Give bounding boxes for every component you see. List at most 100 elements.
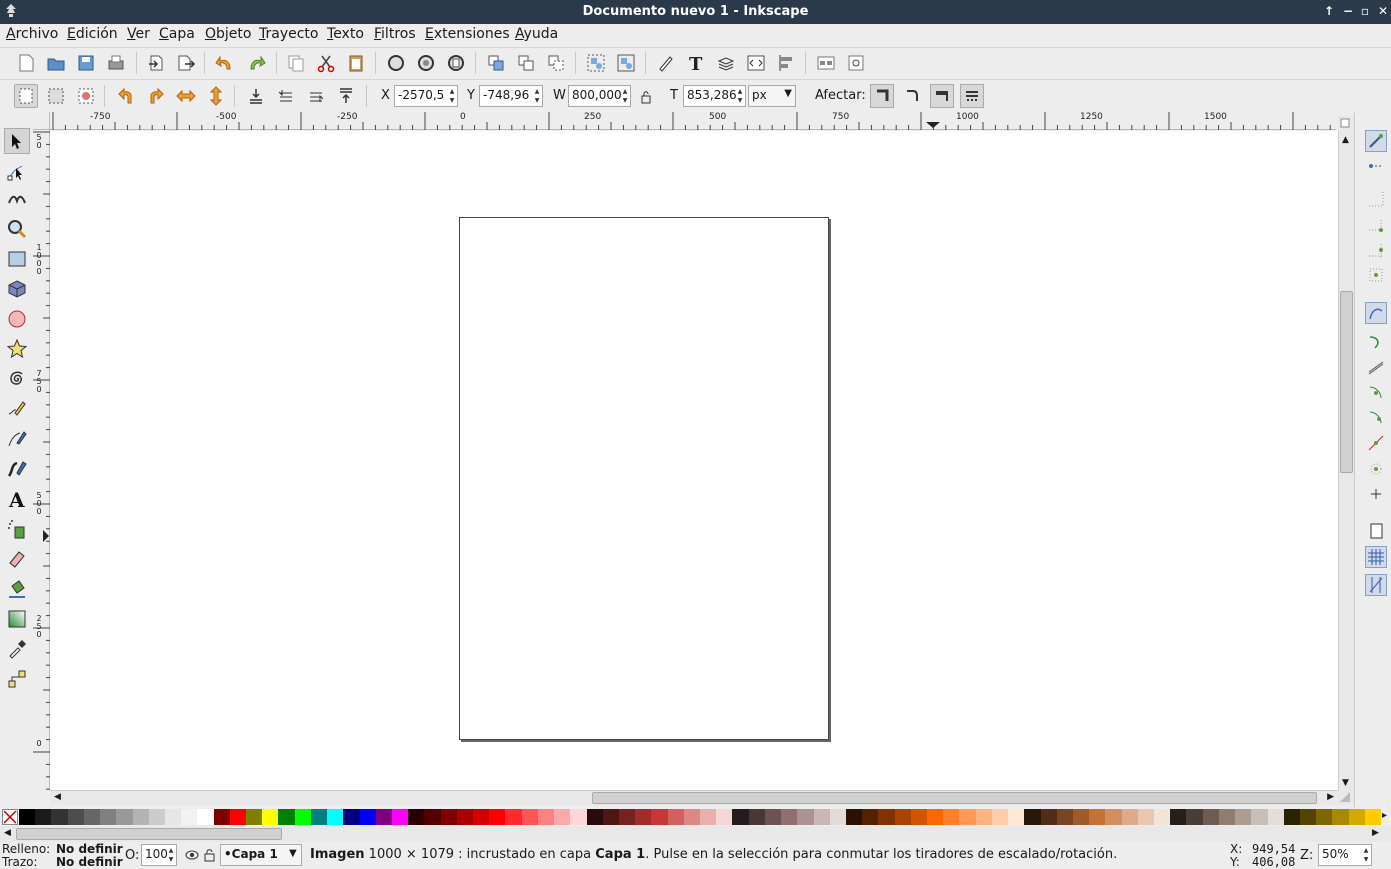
move-gradients-icon[interactable] [930, 84, 954, 108]
star-tool-icon[interactable] [4, 336, 30, 362]
3d-box-tool-icon[interactable] [4, 276, 30, 302]
lock-proportions-icon[interactable] [636, 85, 656, 109]
color-swatch[interactable] [67, 809, 85, 825]
menu-edicion[interactable]: Edición [67, 26, 118, 42]
opacity-field[interactable]: 100 ▲ ▼ [141, 844, 177, 866]
zoom-drawing-icon[interactable] [414, 51, 438, 75]
color-swatch[interactable] [375, 809, 393, 825]
keep-above-icon[interactable]: ↑ [1321, 3, 1337, 19]
color-swatch[interactable] [1024, 809, 1041, 825]
snap-page-border-icon[interactable] [1365, 520, 1387, 542]
color-swatch[interactable] [1267, 809, 1285, 825]
deselect-icon[interactable] [74, 84, 98, 108]
snap-guides-icon[interactable] [1365, 574, 1387, 596]
horizontal-scrollbar[interactable]: ◀ ▶ [50, 790, 1338, 805]
align-distribute-icon[interactable] [774, 51, 798, 75]
pen-tool-icon[interactable] [4, 426, 30, 452]
color-swatch[interactable] [927, 809, 944, 825]
pencil-tool-icon[interactable] [4, 396, 30, 422]
color-swatch[interactable] [991, 809, 1009, 825]
w-field[interactable]: 800,000 ▲ ▼ [568, 85, 631, 107]
snap-bbox-edge-icon[interactable] [1365, 188, 1387, 210]
minimize-button[interactable]: − [1340, 3, 1356, 19]
color-swatch[interactable] [716, 809, 733, 825]
snap-nodes-icon[interactable] [1365, 302, 1387, 324]
color-swatch[interactable] [1186, 809, 1204, 825]
color-swatch[interactable] [424, 809, 442, 825]
gradient-tool-icon[interactable] [4, 606, 30, 632]
color-swatch[interactable] [473, 809, 490, 825]
color-swatch[interactable] [1316, 809, 1333, 825]
redo-icon[interactable] [244, 51, 268, 75]
close-button[interactable]: ✕ [1375, 3, 1391, 19]
select-all-layers-icon[interactable] [44, 84, 68, 108]
import-icon[interactable] [144, 51, 168, 75]
snap-bbox-icon[interactable] [1365, 160, 1387, 182]
color-manage-icon[interactable] [1338, 790, 1354, 805]
node-tool-icon[interactable] [4, 158, 30, 184]
scroll-down-icon[interactable]: ▼ [1342, 778, 1349, 788]
ellipse-tool-icon[interactable] [4, 306, 30, 332]
menu-archivo[interactable]: Archivo [6, 26, 58, 42]
color-swatch[interactable] [164, 809, 182, 825]
undo-icon[interactable] [213, 51, 237, 75]
palette-scrollbar[interactable]: ◀ ▶ [0, 826, 1391, 842]
color-swatch[interactable] [1072, 809, 1090, 825]
zoom-tool-icon[interactable] [4, 216, 30, 242]
snap-toggle-icon[interactable] [1365, 130, 1387, 152]
color-swatch[interactable] [1105, 809, 1123, 825]
color-swatch[interactable] [748, 809, 766, 825]
color-swatch[interactable] [1348, 809, 1366, 825]
ungroup-icon[interactable] [614, 51, 638, 75]
scroll-left-icon[interactable]: ◀ [54, 792, 61, 802]
color-swatch[interactable] [862, 809, 879, 825]
selector-tool-icon[interactable] [4, 128, 30, 154]
copy-icon[interactable] [284, 51, 308, 75]
color-swatch[interactable] [700, 809, 717, 825]
vertical-scrollbar[interactable]: ▲ ▼ [1338, 131, 1354, 790]
color-swatch[interactable] [246, 809, 263, 825]
snap-intersection-icon[interactable] [1365, 356, 1387, 378]
x-field[interactable]: -2570,5 ▲ ▼ [394, 85, 458, 107]
color-swatch[interactable] [116, 809, 133, 825]
lower-icon[interactable] [274, 84, 298, 108]
color-swatch[interactable] [537, 809, 555, 825]
layers-icon[interactable] [714, 51, 738, 75]
color-swatch[interactable] [845, 809, 863, 825]
snap-bbox-midpoint-icon[interactable] [1365, 240, 1387, 262]
menu-ver[interactable]: Ver [127, 26, 150, 42]
color-swatch[interactable] [1089, 809, 1106, 825]
color-swatch[interactable] [959, 809, 977, 825]
menu-objeto[interactable]: Objeto [205, 26, 251, 42]
color-swatch[interactable] [1121, 809, 1139, 825]
palette-scroll-thumb[interactable] [16, 828, 282, 840]
color-swatch[interactable] [1137, 809, 1155, 825]
move-patterns-icon[interactable] [960, 84, 984, 108]
snap-centers-icon[interactable] [1365, 456, 1387, 478]
color-swatch[interactable] [294, 809, 312, 825]
color-swatch[interactable] [1364, 809, 1382, 825]
cut-icon[interactable] [314, 51, 338, 75]
preferences-icon[interactable] [814, 51, 838, 75]
color-swatch[interactable] [732, 809, 750, 825]
color-swatch[interactable] [359, 809, 377, 825]
snap-bbox-corner-icon[interactable] [1365, 216, 1387, 238]
group-icon[interactable] [584, 51, 608, 75]
stroke-value[interactable]: No definir [56, 855, 123, 869]
color-swatch[interactable] [894, 809, 912, 825]
scale-stroke-icon[interactable] [870, 84, 894, 108]
color-swatch[interactable] [829, 809, 847, 825]
color-swatch[interactable] [910, 809, 928, 825]
palette-scroll-right-icon[interactable]: ▶ [1372, 828, 1379, 838]
menu-extensiones[interactable]: Extensiones [425, 26, 510, 42]
palette-menu-icon[interactable]: ▸ [1382, 810, 1387, 821]
zoom-page-icon[interactable] [444, 51, 468, 75]
text-font-icon[interactable]: T [684, 51, 708, 75]
raise-icon[interactable] [304, 84, 328, 108]
maximize-button[interactable]: ▫ [1357, 3, 1373, 19]
color-swatch[interactable] [408, 809, 425, 825]
vertical-scroll-thumb[interactable] [1340, 291, 1353, 473]
lock-guides-icon[interactable] [1338, 116, 1354, 131]
horizontal-scroll-thumb[interactable] [592, 792, 1317, 804]
zoom-selection-icon[interactable] [384, 51, 408, 75]
